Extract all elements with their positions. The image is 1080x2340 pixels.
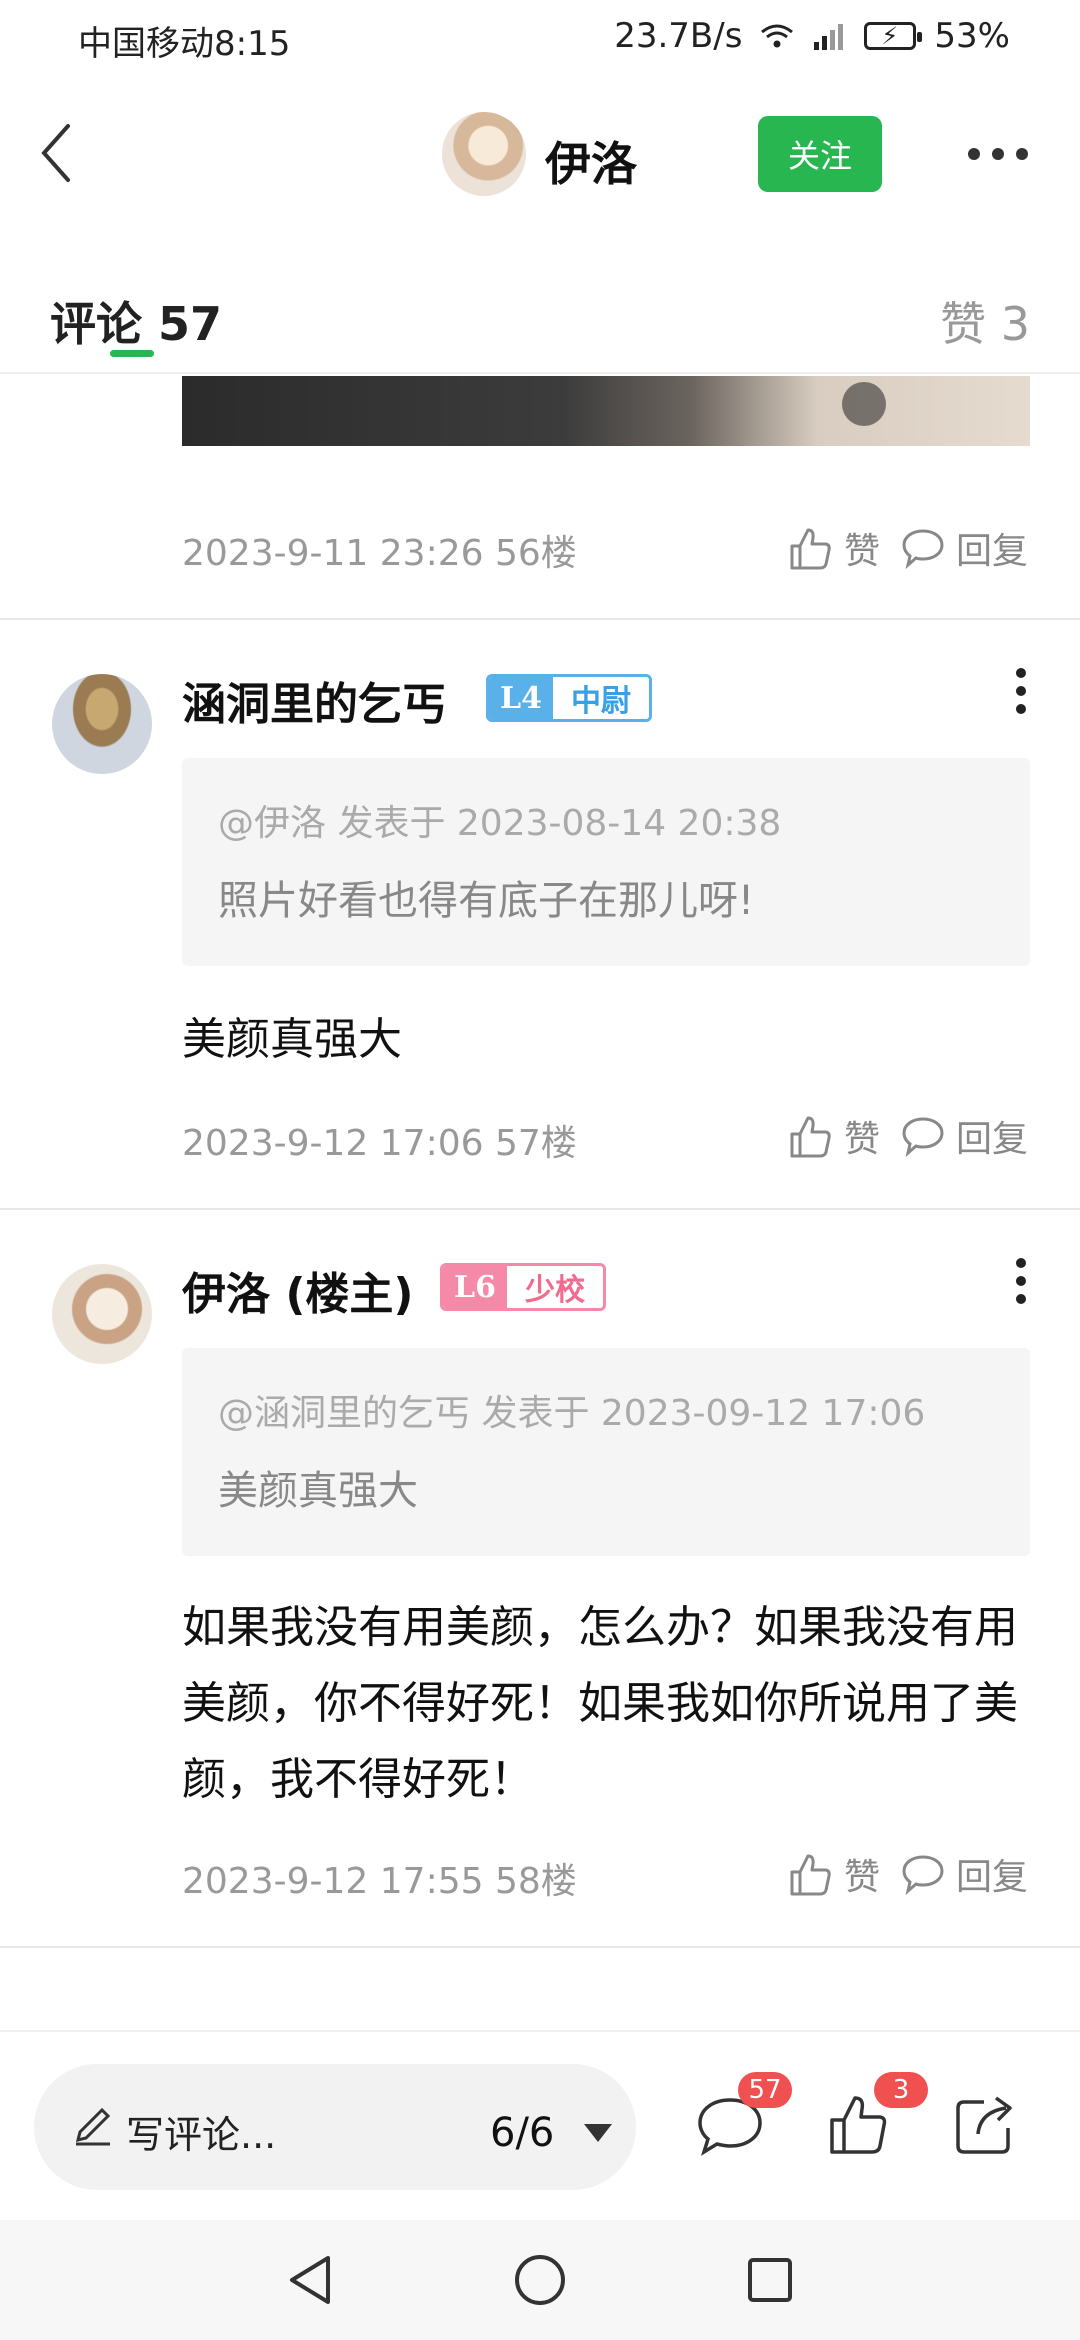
reply-icon [902, 1117, 944, 1158]
status-carrier-time: 中国移动8:15 [78, 16, 290, 65]
signal-icon [814, 24, 844, 50]
comment-author[interactable]: 涵洞里的乞丐 [182, 668, 446, 732]
quote-text: 照片好看也得有底子在那儿呀! [218, 878, 755, 924]
quote-header: @伊洛 发表于 2023-08-14 20:38 [218, 803, 782, 844]
reply-button[interactable]: 回复 [900, 1848, 1028, 1900]
like-label: 赞 [843, 1857, 880, 1898]
battery-percent: 53% [934, 16, 1010, 56]
level-label: L4 [489, 677, 553, 719]
nav-back-icon[interactable] [282, 2250, 338, 2310]
network-speed: 23.7B/s [614, 16, 743, 56]
comment-meta: 2023-9-11 23:26 56楼 [182, 533, 577, 574]
bottom-action-bar: 写评论... 6/6 57 3 [0, 2030, 1080, 2220]
divider [0, 618, 1080, 620]
follow-button[interactable]: 关注 [758, 116, 882, 192]
comment-image[interactable] [182, 376, 1030, 446]
pen-icon [75, 2107, 111, 2146]
thumb-up-icon [790, 1854, 831, 1896]
author-name[interactable]: 伊洛 [545, 128, 637, 194]
status-right: 23.7B/s ⚡ 53% [614, 16, 1010, 56]
like-label: 赞 [843, 531, 880, 572]
comment-actions: 赞 回复 [786, 522, 1028, 574]
comment-more-icon[interactable] [1016, 668, 1028, 714]
reply-icon [902, 529, 944, 570]
comment-actions: 赞 回复 [786, 1110, 1028, 1162]
wifi-icon [761, 24, 794, 48]
likes-button[interactable]: 3 [822, 2072, 928, 2160]
thumb-up-icon [790, 528, 831, 570]
reply-label: 回复 [955, 1857, 1028, 1898]
level-badge: L6 少校 [440, 1263, 606, 1311]
comments-button[interactable]: 57 [694, 2072, 792, 2160]
status-bar: 中国移动8:15 23.7B/s ⚡ 53% [0, 0, 1080, 78]
comment-actions: 赞 回复 [786, 1848, 1028, 1900]
share-icon [956, 2096, 1012, 2154]
reply-icon [902, 1855, 944, 1896]
like-button[interactable]: 赞 [786, 1110, 880, 1162]
reply-label: 回复 [955, 531, 1028, 572]
like-count-badge: 3 [874, 2072, 928, 2108]
nav-home-icon[interactable] [512, 2250, 568, 2310]
clock: 8:15 [214, 24, 291, 64]
nav-recent-icon[interactable] [742, 2250, 798, 2310]
comment-more-icon[interactable] [1016, 1258, 1028, 1304]
rank-label: 少校 [507, 1266, 603, 1308]
level-label: L6 [443, 1266, 507, 1308]
comment-text: 如果我没有用美颜，怎么办？如果我没有用美颜，你不得好死！如果我如你所说用了美颜，… [182, 1602, 1018, 1805]
back-icon[interactable] [34, 118, 84, 188]
like-button[interactable]: 赞 [786, 1848, 880, 1900]
page-indicator[interactable]: 6/6 [490, 2110, 554, 2156]
header: 伊洛 关注 [0, 100, 1080, 210]
reply-button[interactable]: 回复 [900, 522, 1028, 574]
rank-label: 中尉 [553, 677, 649, 719]
tab-likes[interactable]: 赞 3 [940, 288, 1030, 354]
system-nav-bar [0, 2220, 1080, 2340]
comment-meta: 2023-9-12 17:55 58楼 [182, 1861, 577, 1902]
carrier-label: 中国移动 [78, 24, 214, 64]
avatar[interactable] [52, 674, 152, 774]
comment-text: 美颜真强大 [182, 1014, 402, 1065]
comment-count-badge: 57 [738, 2072, 792, 2108]
divider [0, 1946, 1080, 1948]
author-avatar[interactable] [442, 112, 526, 196]
comment-author[interactable]: 伊洛 (楼主) [182, 1258, 414, 1322]
avatar[interactable] [52, 1264, 152, 1364]
quote-header: @涵洞里的乞丐 发表于 2023-09-12 17:06 [218, 1393, 926, 1434]
chevron-down-icon[interactable] [584, 2124, 612, 2142]
tab-active-indicator [110, 350, 154, 357]
write-comment-placeholder: 写评论... [126, 2113, 277, 2157]
battery-icon: ⚡ [864, 22, 923, 50]
tab-comments[interactable]: 评论 57 [50, 288, 222, 354]
share-button[interactable] [950, 2088, 1022, 2160]
reply-label: 回复 [955, 1119, 1028, 1160]
quote-text: 美颜真强大 [218, 1468, 418, 1514]
like-label: 赞 [843, 1119, 880, 1160]
like-button[interactable]: 赞 [786, 522, 880, 574]
quoted-comment[interactable]: @涵洞里的乞丐 发表于 2023-09-12 17:06 美颜真强大 [182, 1348, 1030, 1556]
quoted-comment[interactable]: @伊洛 发表于 2023-08-14 20:38 照片好看也得有底子在那儿呀! [182, 758, 1030, 966]
write-comment-input[interactable]: 写评论... 6/6 [34, 2064, 636, 2190]
reply-button[interactable]: 回复 [900, 1110, 1028, 1162]
level-badge: L4 中尉 [486, 674, 652, 722]
tab-bar: 评论 57 赞 3 [0, 270, 1080, 374]
more-icon[interactable] [968, 148, 1028, 160]
thumb-up-icon [790, 1116, 831, 1158]
comment-meta: 2023-9-12 17:06 57楼 [182, 1123, 577, 1164]
divider [0, 1208, 1080, 1210]
